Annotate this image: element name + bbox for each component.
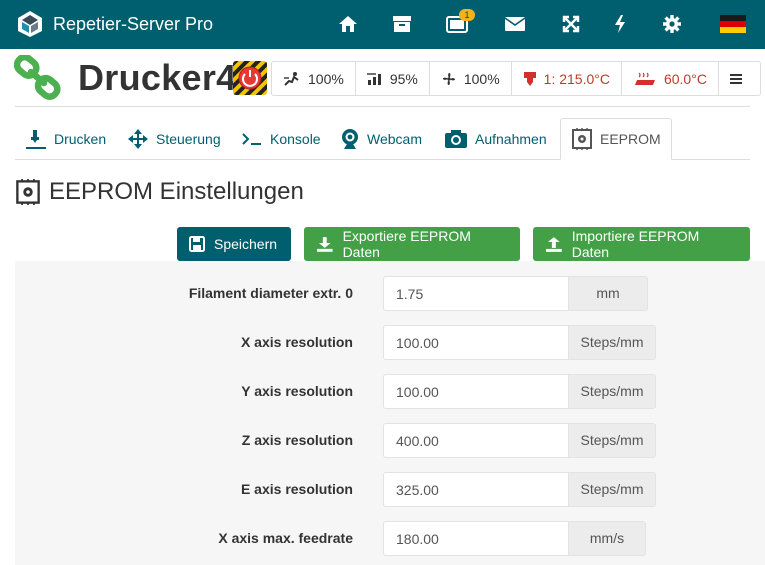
speed-multiplier[interactable]: 100% xyxy=(272,62,356,95)
connected-link-icon xyxy=(14,55,61,100)
upload-icon xyxy=(545,237,562,252)
chip-icon xyxy=(16,179,40,205)
setting-label: Z axis resolution xyxy=(241,432,353,448)
printer-status-bar: 100% 95% 100% 1: 215.0°C 60.0°C xyxy=(271,61,761,96)
mail-icon[interactable] xyxy=(501,10,529,38)
setting-unit: Steps/mm xyxy=(568,325,656,360)
tab-label: Webcam xyxy=(367,130,422,147)
tab-label: Konsole xyxy=(270,130,321,147)
tab-webcam[interactable]: Webcam xyxy=(340,118,422,159)
printer-name: Drucker4 xyxy=(78,57,237,98)
setting-label: Y axis resolution xyxy=(241,383,353,399)
download-icon xyxy=(316,237,333,252)
save-label: Speichern xyxy=(214,236,278,252)
camera-icon xyxy=(445,129,467,148)
bolt-icon[interactable] xyxy=(606,10,634,38)
emergency-stop-icon[interactable] xyxy=(233,61,267,95)
eeprom-row: Filament diameter extr. 0 mm xyxy=(15,276,765,311)
bed-temp-value: 60.0°C xyxy=(663,70,707,87)
running-icon xyxy=(284,71,299,86)
page-title-text: EEPROM Einstellungen xyxy=(49,178,304,205)
floppy-disk-icon xyxy=(189,236,205,252)
eeprom-row: Y axis resolution Steps/mm xyxy=(15,374,765,409)
setting-input[interactable] xyxy=(383,521,568,556)
setting-label: E axis resolution xyxy=(240,481,353,497)
page-title: EEPROM Einstellungen xyxy=(15,178,304,206)
eeprom-row: X axis resolution Steps/mm xyxy=(15,325,765,360)
setting-input[interactable] xyxy=(383,325,568,360)
flow-value: 95% xyxy=(389,70,418,87)
setting-label: X axis max. feedrate xyxy=(218,530,353,546)
flow-bars-icon xyxy=(366,72,381,85)
import-label: Importiere EEPROM Daten xyxy=(571,228,700,260)
import-eeprom-button[interactable]: Importiere EEPROM Daten xyxy=(533,227,750,261)
eeprom-row: Z axis resolution Steps/mm xyxy=(15,423,765,458)
speed-value: 100% xyxy=(308,70,344,87)
setting-unit: Steps/mm xyxy=(568,374,656,409)
bed-temperature[interactable]: 60.0°C xyxy=(622,62,719,95)
tab-label: EEPROM xyxy=(600,131,661,147)
tab-label: Steuerung xyxy=(156,130,221,147)
app-title[interactable]: Repetier-Server Pro xyxy=(53,14,213,35)
gear-icon[interactable] xyxy=(658,10,686,38)
setting-input[interactable] xyxy=(383,374,568,409)
eeprom-settings-panel: Filament diameter extr. 0 mm X axis reso… xyxy=(15,261,765,565)
tab-aufnahmen[interactable]: Aufnahmen xyxy=(444,118,547,159)
setting-input[interactable] xyxy=(383,276,568,311)
archive-icon[interactable] xyxy=(388,10,416,38)
home-icon[interactable] xyxy=(334,10,362,38)
save-button[interactable]: Speichern xyxy=(177,227,291,261)
top-navbar: Repetier-Server Pro 1 xyxy=(0,0,765,49)
setting-input[interactable] xyxy=(383,472,568,507)
menu-icon xyxy=(729,73,742,84)
webcam-icon xyxy=(342,128,358,149)
setting-label: Filament diameter extr. 0 xyxy=(188,285,353,301)
printer-menu-button[interactable] xyxy=(719,62,760,95)
eeprom-row: X axis max. feedrate mm/s xyxy=(15,521,765,556)
tab-steuerung[interactable]: Steuerung xyxy=(127,118,221,159)
fullscreen-icon[interactable] xyxy=(557,10,585,38)
export-eeprom-button[interactable]: Exportiere EEPROM Daten xyxy=(304,227,520,261)
fan-speed[interactable]: 100% xyxy=(430,62,512,95)
fan-icon xyxy=(442,72,455,85)
tab-label: Aufnahmen xyxy=(475,130,547,147)
fan-value: 100% xyxy=(463,70,500,87)
heated-bed-icon xyxy=(634,72,655,85)
printer-tabs: Drucken Steuerung Konsole Webcam Aufnahm… xyxy=(15,118,750,160)
repetier-logo-icon[interactable] xyxy=(16,10,44,38)
setting-unit: Steps/mm xyxy=(568,472,656,507)
setting-input[interactable] xyxy=(383,423,568,458)
tab-label: Drucken xyxy=(54,130,107,147)
extruder-temp-value: 1: 215.0°C xyxy=(543,70,610,87)
setting-unit: mm/s xyxy=(568,521,646,556)
export-label: Exportiere EEPROM Daten xyxy=(342,228,471,260)
extruder-icon xyxy=(523,71,536,86)
setting-unit: mm xyxy=(568,276,648,311)
header-divider xyxy=(15,106,750,107)
flow-multiplier[interactable]: 95% xyxy=(356,62,430,95)
move-arrows-icon xyxy=(128,128,148,149)
setting-label: X axis resolution xyxy=(240,334,353,350)
eeprom-row: E axis resolution Steps/mm xyxy=(15,472,765,507)
print-nozzle-icon xyxy=(26,129,46,149)
notification-badge: 1 xyxy=(459,9,475,21)
tab-drucken[interactable]: Drucken xyxy=(25,118,106,159)
terminal-icon xyxy=(242,132,261,145)
setting-unit: Steps/mm xyxy=(568,423,656,458)
chip-icon xyxy=(572,128,592,150)
tab-eeprom[interactable]: EEPROM xyxy=(560,118,672,160)
flag-de-icon[interactable] xyxy=(719,10,746,38)
extruder-temperature[interactable]: 1: 215.0°C xyxy=(512,62,622,95)
tab-konsole[interactable]: Konsole xyxy=(241,118,321,159)
